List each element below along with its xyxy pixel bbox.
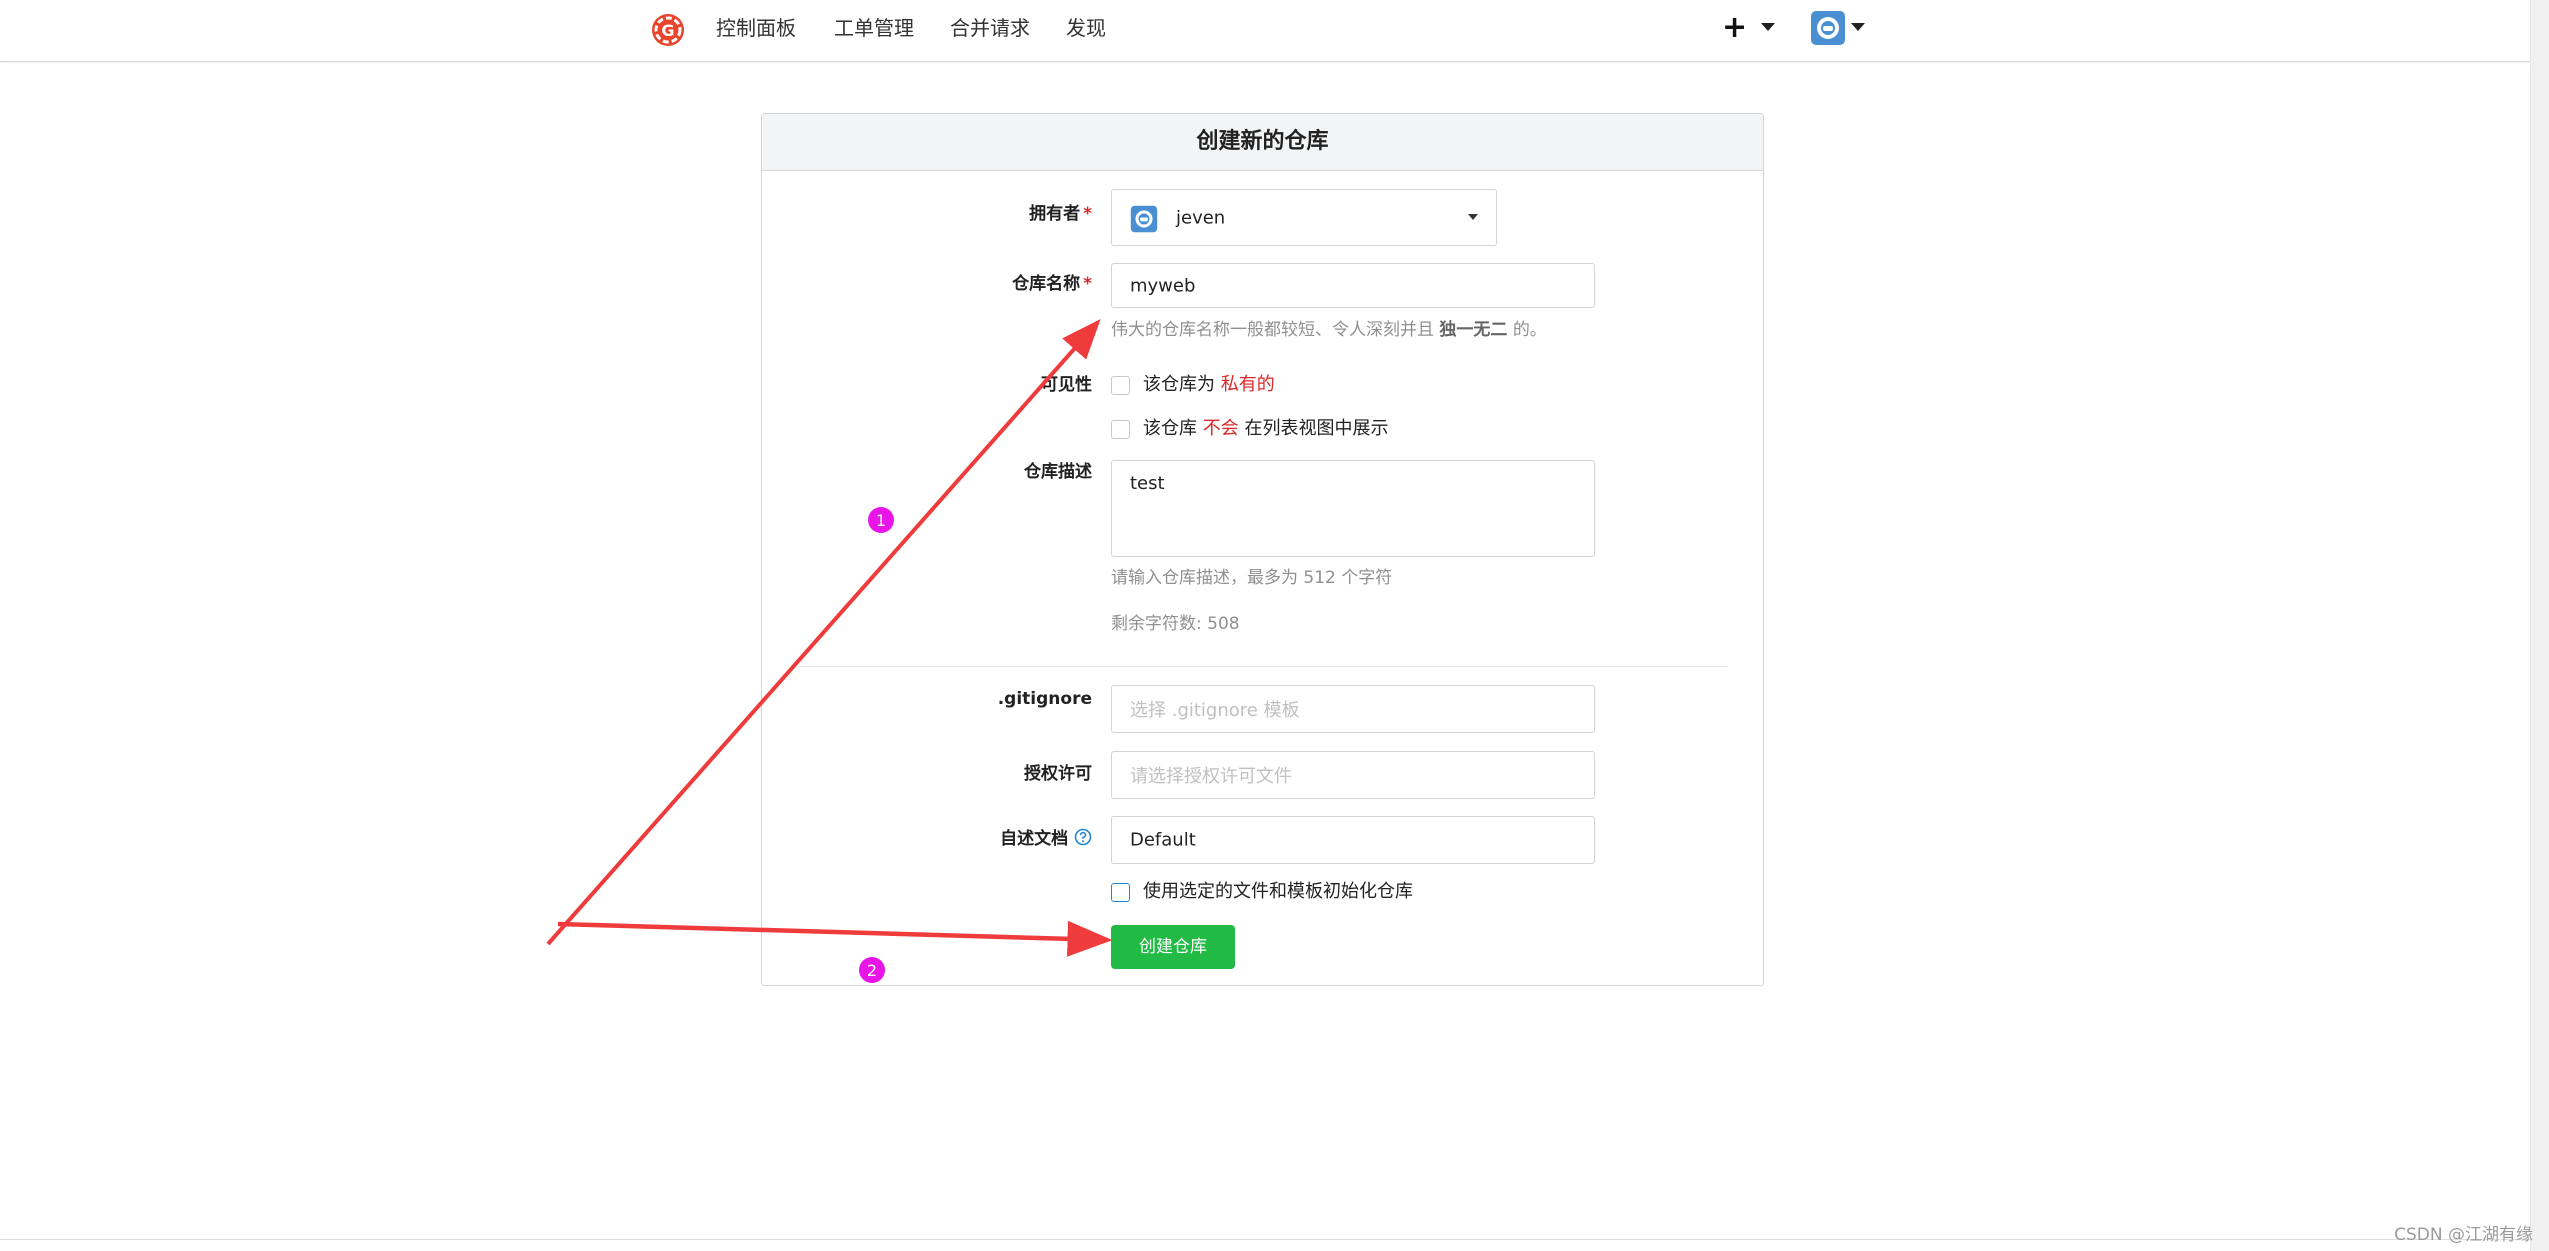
caret-down-icon bbox=[1761, 23, 1775, 31]
dropdown-caret-icon bbox=[1468, 214, 1478, 220]
template-checkbox[interactable] bbox=[1111, 420, 1130, 439]
svg-text:G: G bbox=[661, 21, 674, 40]
watermark: CSDN @江湖有缘 bbox=[2394, 1225, 2533, 1245]
owner-avatar-icon bbox=[1130, 205, 1158, 233]
nav-pull-requests[interactable]: 合并请求 bbox=[950, 14, 1030, 42]
private-checkbox-label: 该仓库为 私有的 bbox=[1143, 374, 1275, 395]
page-bottom-rule bbox=[0, 1239, 2530, 1240]
license-label: 授权许可 bbox=[1024, 764, 1092, 784]
readme-value: Default bbox=[1130, 829, 1196, 851]
owner-label: 拥有者 * bbox=[1029, 204, 1092, 224]
scrollbar[interactable] bbox=[2530, 0, 2549, 1251]
plus-icon: + bbox=[1722, 10, 1748, 45]
repo-name-value: myweb bbox=[1130, 275, 1196, 296]
gitea-logo-icon[interactable]: G bbox=[650, 12, 686, 48]
auto-init-checkbox[interactable] bbox=[1111, 883, 1130, 902]
visibility-label: 可见性 bbox=[1041, 375, 1092, 395]
gitignore-select[interactable]: 选择 .gitignore 模板 bbox=[1111, 685, 1595, 733]
repo-name-help: 伟大的仓库名称一般都较短、令人深刻并且 独一无二 的。 bbox=[1111, 320, 1547, 340]
gitignore-placeholder: 选择 .gitignore 模板 bbox=[1130, 700, 1300, 721]
caret-down-icon bbox=[1851, 23, 1865, 31]
form-title: 创建新的仓库 bbox=[762, 114, 1763, 171]
user-menu[interactable] bbox=[1810, 10, 1865, 46]
user-avatar-icon bbox=[1811, 11, 1845, 45]
nav-explore[interactable]: 发现 bbox=[1066, 14, 1106, 42]
repo-name-label: 仓库名称 * bbox=[1012, 274, 1092, 294]
owner-select[interactable]: jeven bbox=[1111, 189, 1497, 246]
description-label: 仓库描述 bbox=[1024, 462, 1092, 482]
nav-dashboard[interactable]: 控制面板 bbox=[716, 14, 796, 42]
create-repo-form: 创建新的仓库 拥有者 * jeven 仓库名称 * myweb 伟大的仓库名称一般都… bbox=[761, 113, 1764, 986]
gitignore-label: .gitignore bbox=[997, 689, 1092, 709]
repo-name-input[interactable]: myweb bbox=[1111, 263, 1595, 308]
auto-init-label: 使用选定的文件和模板初始化仓库 bbox=[1143, 881, 1413, 902]
readme-select[interactable]: Default bbox=[1111, 816, 1595, 864]
private-checkbox[interactable] bbox=[1111, 376, 1130, 395]
description-textarea[interactable]: test bbox=[1111, 460, 1595, 557]
license-select[interactable]: 请选择授权许可文件 bbox=[1111, 751, 1595, 799]
readme-label: 自述文档 bbox=[762, 827, 1092, 851]
create-repo-button[interactable]: 创建仓库 bbox=[1111, 925, 1235, 969]
top-navbar: G 控制面板 工单管理 合并请求 发现 + bbox=[0, 0, 2530, 62]
nav-issues[interactable]: 工单管理 bbox=[834, 14, 914, 42]
description-help: 请输入仓库描述，最多为 512 个字符 bbox=[1111, 568, 1393, 588]
section-divider bbox=[798, 666, 1728, 667]
owner-value: jeven bbox=[1176, 207, 1226, 228]
license-placeholder: 请选择授权许可文件 bbox=[1130, 766, 1292, 787]
template-checkbox-label: 该仓库 不会 在列表视图中展示 bbox=[1143, 418, 1389, 439]
description-value: test bbox=[1130, 473, 1165, 494]
help-icon[interactable] bbox=[1074, 828, 1092, 846]
description-remaining: 剩余字符数: 508 bbox=[1111, 614, 1240, 634]
